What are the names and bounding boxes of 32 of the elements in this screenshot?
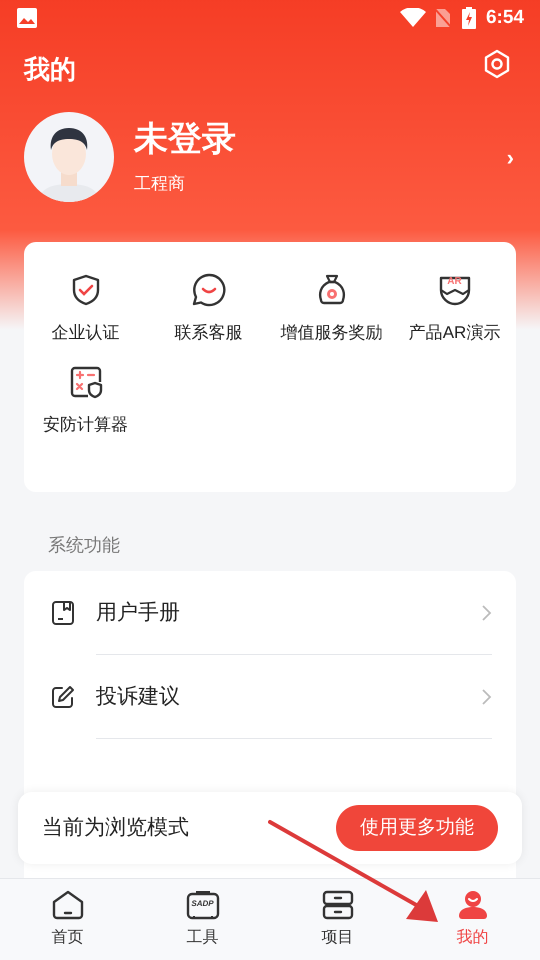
user-role: 工程商 xyxy=(134,172,186,194)
shortcut-item[interactable]: 企业认证 xyxy=(24,272,147,346)
shortcut-item[interactable]: 增值服务奖励 xyxy=(270,272,393,346)
section-title: 系统功能 xyxy=(48,534,121,557)
drawers-icon xyxy=(320,890,354,920)
nav-tab[interactable]: SADP 工具 xyxy=(135,879,270,960)
battery-charging-icon xyxy=(462,7,476,29)
home-icon xyxy=(50,890,84,920)
nav-tab[interactable]: 我的 xyxy=(405,879,540,960)
page-title: 我的 xyxy=(24,52,76,86)
edit-icon xyxy=(50,684,76,710)
shortcut-item[interactable]: AR 产品AR演示 xyxy=(393,272,516,346)
more-features-button[interactable]: 使用更多功能 xyxy=(336,805,498,851)
book-icon xyxy=(50,600,76,626)
list-item-label: 投诉建议 xyxy=(96,684,180,710)
toolbox-icon: SADP xyxy=(186,890,220,920)
wifi-icon xyxy=(400,8,426,28)
chevron-right-icon xyxy=(480,604,492,622)
list-item[interactable]: 用户手册 xyxy=(24,571,516,655)
browse-mode-text: 当前为浏览模式 xyxy=(42,815,189,842)
nav-tab[interactable]: 项目 xyxy=(270,879,405,960)
shortcut-item[interactable]: 安防计算器 xyxy=(24,364,147,437)
chat-bubble-icon xyxy=(190,272,226,308)
no-sim-icon xyxy=(434,8,452,28)
chevron-right-icon xyxy=(480,688,492,706)
settings-icon[interactable] xyxy=(482,49,512,79)
shortcut-item[interactable]: 联系客服 xyxy=(147,272,270,346)
status-time: 6:54 xyxy=(486,6,524,30)
list-item-label: 用户手册 xyxy=(96,600,180,626)
nav-tab[interactable]: 首页 xyxy=(0,879,135,960)
list-item[interactable]: 投诉建议 xyxy=(24,655,516,739)
image-icon xyxy=(16,7,38,29)
